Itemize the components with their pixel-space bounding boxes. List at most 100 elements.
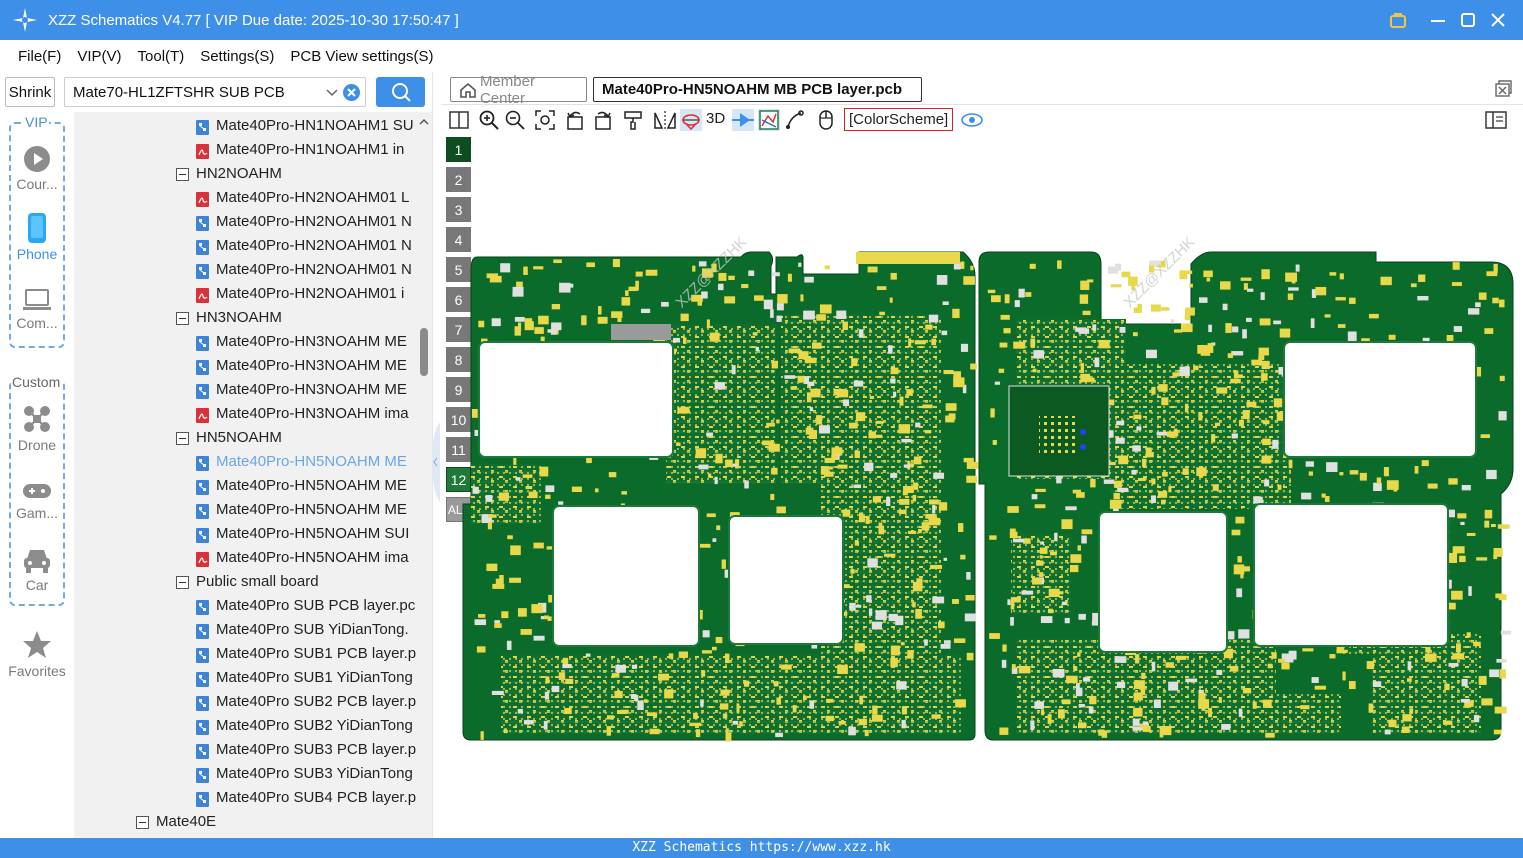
pcb-pad: [1032, 578, 1042, 585]
pcb-pad: [1157, 491, 1168, 498]
shrink-button[interactable]: Shrink: [5, 77, 55, 107]
eye-icon[interactable]: [961, 109, 983, 131]
side-panel-toggle-icon[interactable]: [1485, 109, 1507, 131]
tree-item[interactable]: Mate40Pro-HN5NOAHM ME: [196, 474, 420, 498]
mouse-mode-icon[interactable]: [815, 109, 837, 131]
rail-item-games[interactable]: Gam...: [0, 480, 74, 521]
pcb-pad: [831, 447, 843, 456]
tree-scroll-thumb[interactable]: [420, 328, 428, 376]
search-combo[interactable]: Mate70-HL1ZFTSHR SUB PCB: [64, 77, 366, 107]
chevron-down-icon[interactable]: [325, 85, 339, 103]
color-scheme-button[interactable]: [ColorScheme]: [844, 108, 954, 131]
clear-icon[interactable]: [343, 84, 360, 101]
rotate-left-icon[interactable]: [564, 109, 586, 131]
menu-file[interactable]: File(F): [18, 48, 61, 65]
tree-item[interactable]: Mate40Pro-HN3NOAHM ME: [196, 354, 420, 378]
pcb-pad: [928, 517, 941, 526]
close-all-tabs-icon[interactable]: [1494, 80, 1512, 98]
collapse-icon[interactable]: [176, 431, 189, 445]
pcb-pad: [728, 275, 735, 280]
tree-item[interactable]: Mate40Pro-HN2NOAHM01 L: [196, 186, 420, 210]
search-input[interactable]: Mate70-HL1ZFTSHR SUB PCB: [73, 84, 285, 101]
tree-folder[interactable]: HN2NOAHM: [176, 162, 420, 186]
pcb-board-view[interactable]: [441, 134, 1523, 838]
tree-item[interactable]: Mate40Pro SUB3 YiDianTong: [196, 762, 420, 786]
tree-item[interactable]: Mate40Pro-HN1NOAHM1 SU: [196, 114, 420, 138]
tree-item[interactable]: Mate40Pro SUB YiDianTong.: [196, 618, 420, 642]
highlight-net-icon[interactable]: [732, 109, 754, 131]
pcb-pad: [963, 457, 974, 463]
tree-item[interactable]: Mate40Pro-HN2NOAHM01 i: [196, 282, 420, 306]
flip-view-icon[interactable]: [680, 109, 702, 131]
menu-tool[interactable]: Tool(T): [138, 48, 185, 65]
pcb-pad: [1265, 732, 1275, 738]
rotate-right-icon[interactable]: [592, 109, 614, 131]
tree-scrollbar[interactable]: [418, 112, 430, 838]
mirror-icon[interactable]: [654, 109, 676, 131]
close-button[interactable]: [1486, 8, 1510, 32]
tree-folder[interactable]: Mate40E: [136, 810, 420, 834]
tree-item[interactable]: Mate40Pro-HN3NOAHM ima: [196, 402, 420, 426]
tree-item[interactable]: Mate40Pro SUB2 PCB layer.p: [196, 690, 420, 714]
pcb-pad: [1489, 669, 1499, 678]
fit-view-icon[interactable]: [534, 109, 556, 131]
vip-bag-icon[interactable]: [1386, 8, 1410, 32]
rail-item-phone[interactable]: Phone: [0, 213, 74, 262]
collapse-handle-icon[interactable]: [432, 422, 440, 502]
tree-item[interactable]: Mate40Pro SUB1 YiDianTong: [196, 666, 420, 690]
tree-folder[interactable]: Public small board: [176, 570, 420, 594]
tab-active-document[interactable]: Mate40Pro-HN5NOAHM MB PCB layer.pcb: [593, 77, 922, 102]
pcb-pad: [1311, 677, 1319, 683]
pcb-pad: [494, 623, 502, 628]
tree-item[interactable]: Mate40Pro-HN5NOAHM ME: [196, 450, 420, 474]
tree-item[interactable]: Mate40Pro-HN2NOAHM01 N: [196, 234, 420, 258]
pcb-layers-icon[interactable]: [758, 109, 780, 131]
rail-item-car[interactable]: Car: [0, 546, 74, 593]
tree-folder[interactable]: HN5NOAHM: [176, 426, 420, 450]
scroll-up-icon[interactable]: [418, 116, 430, 128]
pcb-pad: [1251, 359, 1263, 366]
tree-item[interactable]: Mate40Pro-HN5NOAHM ima: [196, 546, 420, 570]
tab-member-center[interactable]: Member Center: [450, 73, 587, 107]
trace-tool-icon[interactable]: [784, 109, 806, 131]
rail-item-computer[interactable]: Com...: [0, 288, 74, 331]
tree-item[interactable]: Mate40Pro SUB3 PCB layer.p: [196, 738, 420, 762]
collapse-icon[interactable]: [176, 167, 189, 181]
menu-vip[interactable]: VIP(V): [77, 48, 121, 65]
tree-item[interactable]: Mate40Pro-HN5NOAHM ME: [196, 498, 420, 522]
collapse-icon[interactable]: [176, 311, 189, 325]
zoom-out-icon[interactable]: [504, 109, 526, 131]
rail-item-favorites[interactable]: Favorites: [0, 630, 74, 679]
tree-item[interactable]: Mate40Pro SUB2 YiDianTong: [196, 714, 420, 738]
pcb-pad: [843, 399, 850, 406]
split-view-icon[interactable]: [448, 109, 470, 131]
tree-item[interactable]: Mate40Pro-HN2NOAHM01 N: [196, 258, 420, 282]
tree-item[interactable]: Mate40Pro SUB1 PCB layer.p: [196, 642, 420, 666]
format-brush-icon[interactable]: [622, 109, 644, 131]
tree-item[interactable]: Mate40Pro-HN3NOAHM ME: [196, 330, 420, 354]
collapse-icon[interactable]: [176, 575, 189, 589]
pcb-canvas[interactable]: 1 2 3 4 5 6 7 8 9 10 11 12 ALL XZZ@XZZHK XZZ@X: [441, 134, 1523, 838]
pcb-pad: [1161, 499, 1166, 505]
3d-view-toggle[interactable]: 3D: [706, 110, 725, 127]
menu-pcb-view-settings[interactable]: PCB View settings(S): [290, 48, 433, 65]
pcb-pad: [888, 345, 893, 354]
tree-item[interactable]: Mate40Pro-HN2NOAHM01 N: [196, 210, 420, 234]
rail-item-courses[interactable]: Cour...: [0, 145, 74, 192]
search-button[interactable]: [376, 77, 425, 107]
tree-item[interactable]: Mate40Pro SUB4 PCB layer.p: [196, 786, 420, 810]
panel-splitter[interactable]: [432, 72, 441, 838]
menu-settings[interactable]: Settings(S): [200, 48, 274, 65]
pcb-pad: [945, 403, 957, 411]
maximize-button[interactable]: [1456, 8, 1480, 32]
collapse-icon[interactable]: [136, 815, 149, 829]
pcb-pad: [989, 535, 997, 540]
tree-item[interactable]: Mate40Pro-HN3NOAHM ME: [196, 378, 420, 402]
minimize-button[interactable]: [1426, 8, 1450, 32]
rail-item-drone[interactable]: Drone: [0, 404, 74, 453]
tree-item[interactable]: Mate40Pro-HN5NOAHM SUI: [196, 522, 420, 546]
tree-folder[interactable]: HN3NOAHM: [176, 306, 420, 330]
zoom-in-icon[interactable]: [478, 109, 500, 131]
tree-item[interactable]: Mate40Pro-HN1NOAHM1 in: [196, 138, 420, 162]
tree-item[interactable]: Mate40Pro SUB PCB layer.pc: [196, 594, 420, 618]
